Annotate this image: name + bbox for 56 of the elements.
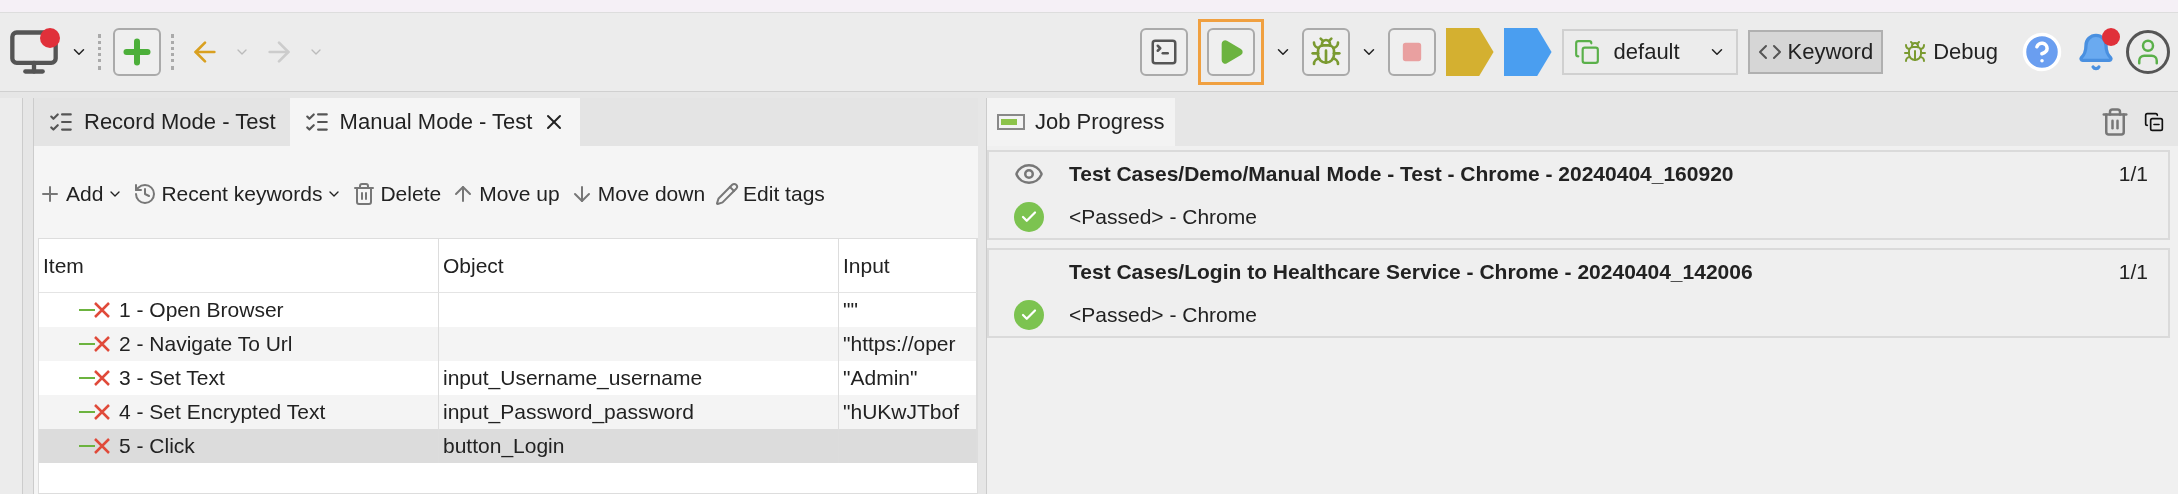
step-label: 2 - Navigate To Url	[119, 332, 293, 356]
job-title: Test Cases/Login to Healthcare Service - Chrome - 20240404_142006	[1069, 259, 1754, 284]
job-title: Test Cases/Demo/Manual Mode - Test - Chrome - 20240404_160920	[1069, 161, 1735, 186]
table-cell[interactable]: 4 - Set Encrypted Text	[39, 395, 439, 429]
step-label: 1 - Open Browser	[119, 298, 284, 322]
step-icon	[79, 336, 111, 352]
table-cell[interactable]: 5 - Click	[39, 429, 439, 463]
editor-tab[interactable]: Manual Mode - Test	[289, 98, 581, 146]
restore-icon	[2144, 112, 2164, 132]
perspective-toggle[interactable]: Keyword	[1747, 30, 1884, 74]
toolbar-action[interactable]: Move up	[451, 182, 560, 206]
job-entry[interactable]: Test Cases/Demo/Manual Mode - Test - Chrome - 20240404_160920 1/1 <Passed> - Chrome	[987, 150, 2170, 240]
table-cell: button_Login	[439, 429, 839, 463]
toolbar-action[interactable]: Add	[38, 182, 124, 206]
table-cell: input_Password_password	[439, 395, 839, 429]
bug-icon	[1903, 40, 1928, 64]
step-label: 5 - Click	[119, 434, 195, 458]
logo-icon[interactable]	[1445, 28, 1494, 76]
progress-icon	[997, 112, 1025, 132]
job-status: <Passed> - Chrome	[1069, 204, 1258, 229]
job-count: 1/1	[2118, 161, 2148, 186]
toolbar-action[interactable]: Edit tags	[715, 182, 825, 206]
toolbar-action[interactable]: Move down	[569, 182, 706, 206]
restore-button[interactable]	[2144, 112, 2164, 132]
panel-tab[interactable]: Job Progress	[987, 98, 1175, 146]
step-icon	[79, 438, 111, 454]
run-button[interactable]	[1206, 28, 1255, 76]
step-icon	[79, 404, 111, 420]
job-count: 1/1	[2118, 259, 2148, 284]
trash-icon	[352, 182, 377, 206]
trash-icon	[2100, 107, 2130, 137]
job-entry[interactable]: Test Cases/Login to Healthcare Service - Chrome - 20240404_142006 1/1 <Passed> - Chrome	[987, 248, 2170, 338]
profile-dropdown[interactable]: default	[1561, 29, 1738, 75]
toolbar-action[interactable]: Recent keywords	[133, 182, 343, 206]
step-icon	[79, 302, 111, 318]
stop-icon	[1400, 41, 1423, 63]
logo-icon[interactable]	[1503, 28, 1552, 76]
clear-button[interactable]	[2100, 107, 2130, 137]
copy-icon	[1573, 39, 1600, 65]
toolbar-action[interactable]: Delete	[352, 182, 442, 206]
help-icon	[2021, 31, 2063, 73]
clock-icon	[133, 182, 158, 206]
step-icon	[79, 370, 111, 386]
pencil-icon	[715, 182, 740, 206]
add-button[interactable]	[113, 28, 161, 76]
terminal-button[interactable]	[1139, 28, 1188, 76]
table-cell: "https://oper	[839, 327, 977, 361]
step-label: 4 - Set Encrypted Text	[119, 400, 326, 424]
step-label: 3 - Set Text	[119, 366, 225, 390]
perspective-toggle[interactable]: Debug	[1893, 30, 2008, 74]
debug-button[interactable]	[1301, 28, 1350, 76]
job-status: <Passed> - Chrome	[1069, 302, 1258, 327]
table-cell: "hUKwJTbof	[839, 395, 977, 429]
table-cell[interactable]: 2 - Navigate To Url	[39, 327, 439, 361]
user-button[interactable]	[2126, 30, 2170, 74]
bug-icon	[1309, 36, 1342, 68]
